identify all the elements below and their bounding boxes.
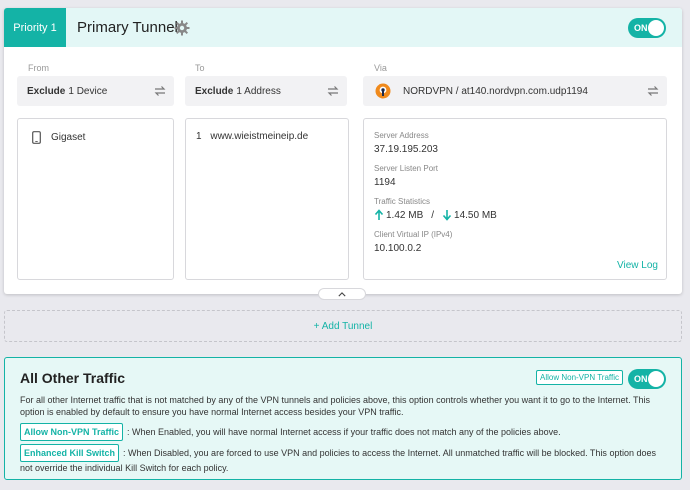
other-traffic-title: All Other Traffic xyxy=(20,370,126,386)
traffic-separator: / xyxy=(431,209,435,221)
traffic-label: Traffic Statistics xyxy=(374,197,431,206)
server-address-value: 37.19.195.203 xyxy=(374,144,438,155)
address-item[interactable]: 1 www.wieistmeineip.de xyxy=(196,131,308,142)
to-mode: Exclude xyxy=(195,85,234,97)
via-selector[interactable]: NORDVPN / at140.nordvpn.com.udp1194 xyxy=(363,76,667,106)
tunnel-toggle[interactable]: ON xyxy=(628,18,666,38)
from-label: From xyxy=(28,63,49,73)
openvpn-icon xyxy=(375,83,391,99)
swap-icon[interactable] xyxy=(647,85,659,97)
upload-value: 1.42 MB xyxy=(386,209,424,221)
via-details: Server Address 37.19.195.203 Server List… xyxy=(363,118,667,280)
to-summary: 1 Address xyxy=(236,85,281,97)
to-address-list: 1 www.wieistmeineip.de xyxy=(185,118,349,280)
other-traffic-toggle[interactable]: ON xyxy=(628,369,666,389)
gear-icon[interactable] xyxy=(174,20,190,36)
listen-port-value: 1194 xyxy=(374,177,396,188)
to-label: To xyxy=(195,63,205,73)
from-device-list: Gigaset xyxy=(17,118,174,280)
toggle-label: ON xyxy=(634,23,648,33)
collapse-toggle[interactable] xyxy=(318,288,366,300)
add-tunnel-button[interactable]: + Add Tunnel xyxy=(4,310,682,342)
from-summary: 1 Device xyxy=(68,85,108,97)
via-label: Via xyxy=(374,63,387,73)
device-item[interactable]: Gigaset xyxy=(32,131,85,144)
swap-icon[interactable] xyxy=(327,85,339,97)
other-traffic-description: For all other Internet traffic that is n… xyxy=(20,395,651,417)
option-kill-switch: Enhanced Kill Switch: When Disabled, you… xyxy=(20,444,670,474)
phone-icon xyxy=(32,131,41,144)
listen-port-label: Server Listen Port xyxy=(374,164,439,173)
client-ip-label: Client Virtual IP (IPv4) xyxy=(374,230,453,239)
server-address-label: Server Address xyxy=(374,131,429,140)
client-ip-value: 10.100.0.2 xyxy=(374,243,422,254)
via-provider: NORDVPN / at140.nordvpn.com.udp1194 xyxy=(403,85,588,97)
toggle-knob xyxy=(648,371,664,387)
swap-icon[interactable] xyxy=(154,85,166,97)
from-mode: Exclude xyxy=(27,85,66,97)
toggle-knob xyxy=(648,20,664,36)
download-arrow-icon xyxy=(442,210,452,221)
other-traffic-card: All Other Traffic Allow Non-VPN Traffic … xyxy=(4,357,682,480)
to-selector[interactable]: Exclude 1 Address xyxy=(185,76,347,106)
option-badge: Enhanced Kill Switch xyxy=(20,444,120,462)
tunnel-card: Priority 1 Primary Tunnel ON From Exclud… xyxy=(4,8,682,294)
chevron-up-icon xyxy=(338,291,346,296)
option-badge: Allow Non-VPN Traffic xyxy=(20,423,124,441)
upload-arrow-icon xyxy=(374,209,384,220)
from-selector[interactable]: Exclude 1 Device xyxy=(17,76,174,106)
address-index: 1 xyxy=(196,131,202,142)
toggle-label: ON xyxy=(634,374,648,384)
option-allow-non-vpn: Allow Non-VPN Traffic: When Enabled, you… xyxy=(20,423,670,441)
option-text: : When Enabled, you will have normal Int… xyxy=(127,427,561,437)
address-value: www.wieistmeineip.de xyxy=(210,131,309,142)
tunnel-title: Primary Tunnel xyxy=(77,19,178,36)
priority-tab[interactable]: Priority 1 xyxy=(4,8,66,47)
device-name: Gigaset xyxy=(51,132,86,143)
other-traffic-badge: Allow Non-VPN Traffic xyxy=(536,370,623,385)
view-log-link[interactable]: View Log xyxy=(617,260,658,271)
traffic-stats: 1.42 MB / 14.50 MB xyxy=(374,209,497,221)
download-value: 14.50 MB xyxy=(454,209,497,221)
tunnel-header: Priority 1 Primary Tunnel ON xyxy=(4,8,682,47)
